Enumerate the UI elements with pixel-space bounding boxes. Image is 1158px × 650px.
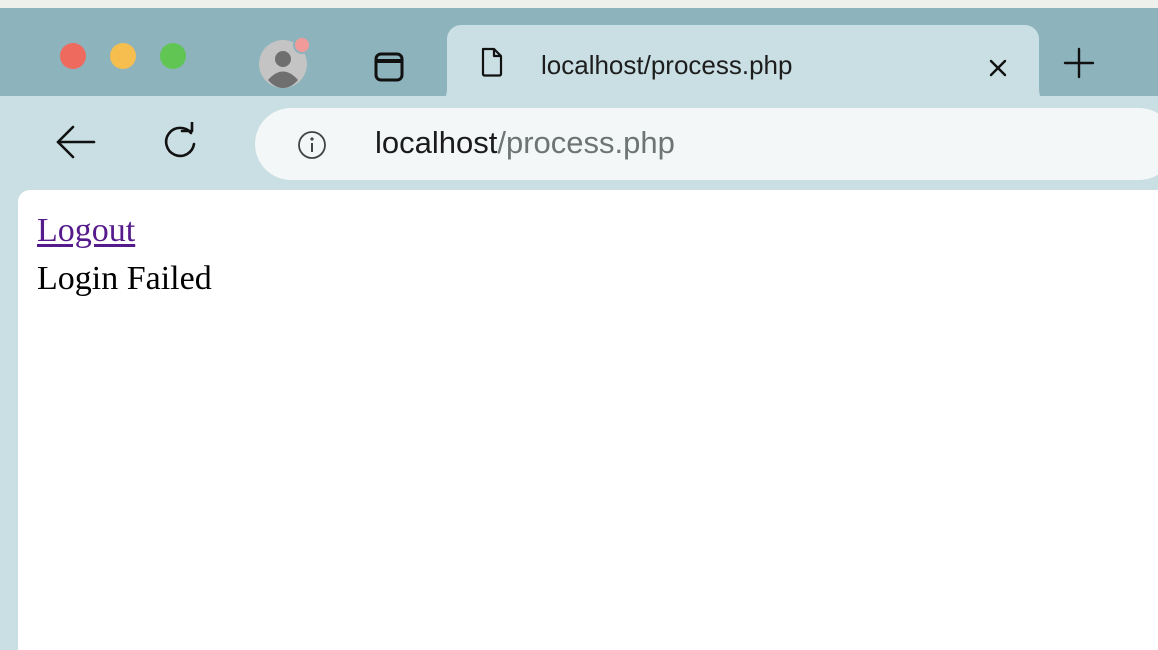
url-path: /process.php bbox=[497, 125, 675, 160]
document-icon bbox=[480, 47, 504, 77]
url-host: localhost bbox=[375, 125, 498, 160]
plus-icon[interactable] bbox=[1062, 46, 1096, 80]
tab-bar: localhost/process.php bbox=[0, 8, 1158, 105]
login-status-message: Login Failed bbox=[37, 260, 212, 297]
page-content: Logout Login Failed bbox=[18, 190, 1158, 650]
tab-active[interactable]: localhost/process.php bbox=[433, 25, 1053, 105]
close-icon[interactable] bbox=[985, 55, 1011, 81]
tab-title: localhost/process.php bbox=[541, 50, 793, 80]
maximize-window-button[interactable] bbox=[160, 43, 186, 69]
address-url[interactable]: localhost/process.php bbox=[375, 125, 675, 161]
close-window-button[interactable] bbox=[60, 43, 86, 69]
tab-overview-icon[interactable] bbox=[373, 51, 405, 83]
info-icon[interactable] bbox=[297, 130, 327, 160]
window-top-edge bbox=[0, 0, 1158, 8]
logout-link[interactable]: Logout bbox=[37, 212, 135, 250]
reload-icon[interactable] bbox=[160, 120, 200, 162]
back-arrow-icon[interactable] bbox=[55, 124, 97, 160]
address-bar[interactable]: localhost/process.php bbox=[255, 108, 1158, 180]
minimize-window-button[interactable] bbox=[110, 43, 136, 69]
profile-avatar-icon[interactable] bbox=[256, 35, 311, 89]
navigation-toolbar: localhost/process.php bbox=[0, 96, 1158, 190]
